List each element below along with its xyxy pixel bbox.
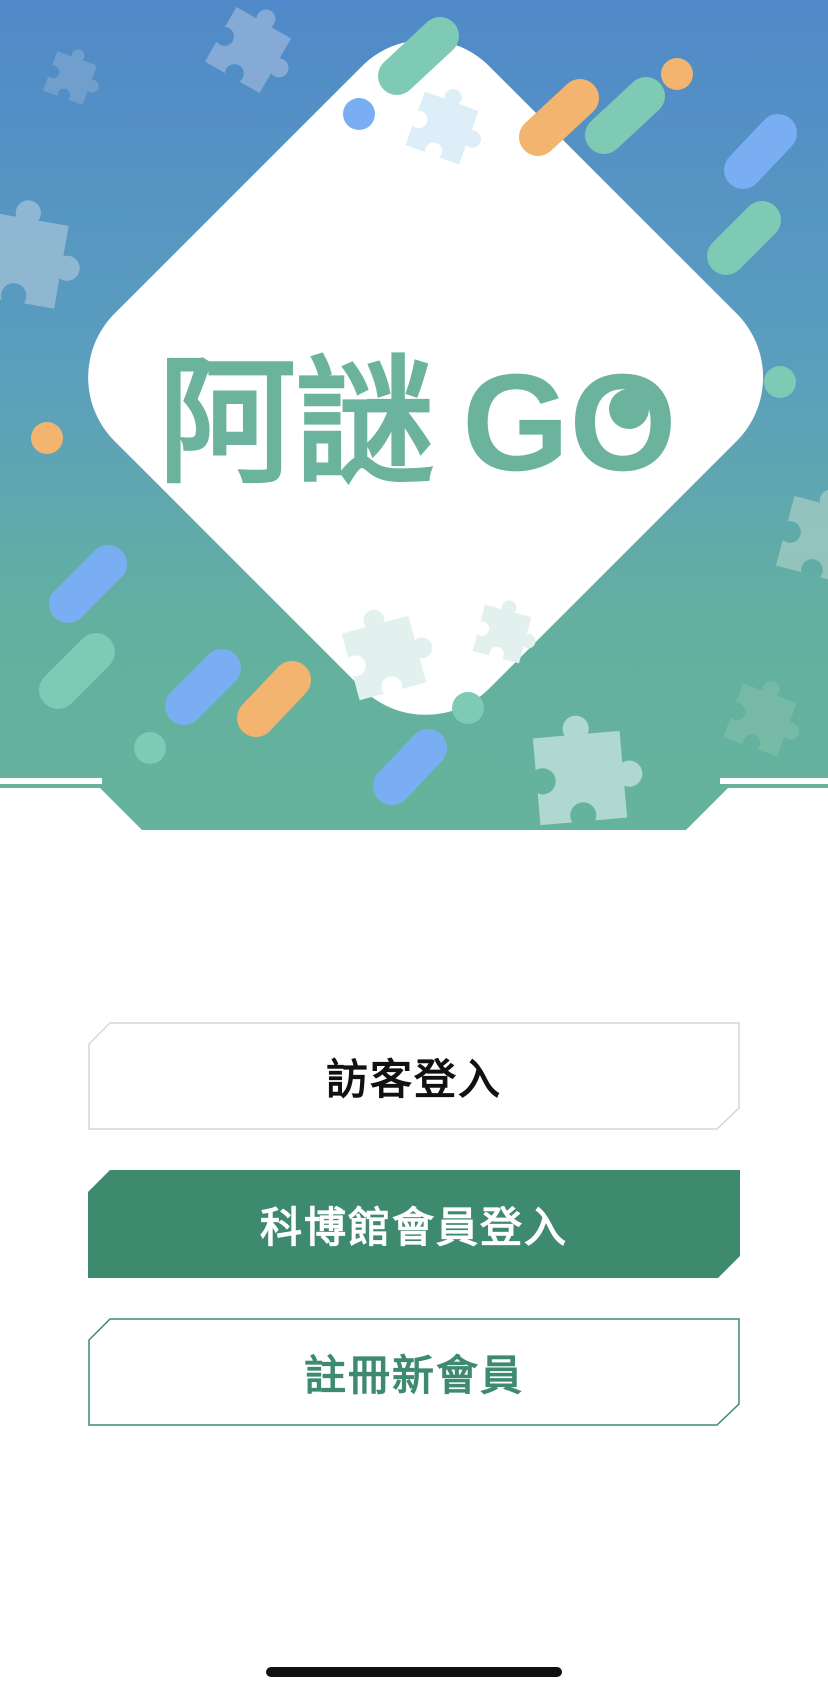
guest-login-label: 訪客登入 — [325, 1054, 502, 1104]
app-logo: 阿謎 GO — [158, 342, 677, 503]
register-button[interactable]: 註冊新會員 — [88, 1318, 740, 1426]
member-login-button[interactable]: 科博館會員登入 — [88, 1170, 740, 1278]
home-indicator — [266, 1667, 562, 1677]
hero-banner: 阿謎 GO — [0, 0, 828, 830]
logo-cjk-text: 阿謎 — [158, 342, 434, 503]
register-label: 註冊新會員 — [303, 1350, 524, 1400]
login-screen: 阿謎 GO 訪客登入 科博館會員登入 註冊新會員 — [0, 0, 828, 1693]
member-login-label: 科博館會員登入 — [259, 1202, 568, 1252]
guest-login-button[interactable]: 訪客登入 — [88, 1022, 740, 1130]
logo-go-text: GO — [462, 346, 677, 500]
